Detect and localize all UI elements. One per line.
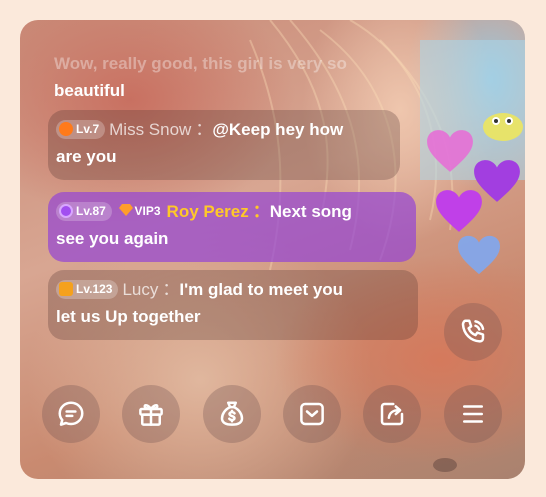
vip-label: VIP3 [134, 204, 161, 218]
chat-message-previous: Wow, really good, this girl is very so b… [54, 50, 347, 104]
heart-icon [434, 188, 484, 239]
name-separator: ： [195, 120, 213, 139]
chat-message-text: see you again [56, 229, 169, 248]
chat-button[interactable] [42, 385, 100, 443]
call-button[interactable] [444, 303, 502, 361]
green-sticker-icon [482, 108, 524, 147]
money-bag-button[interactable] [203, 385, 261, 443]
chat-message-text: let us Up together [56, 307, 201, 326]
money-bag-icon [220, 401, 244, 426]
share-button[interactable] [363, 385, 421, 443]
diamond-icon [118, 204, 133, 216]
vip-badge: VIP3 [117, 202, 163, 221]
chat-message-text: are you [56, 147, 117, 166]
phone-call-icon [461, 319, 485, 343]
chat-message[interactable]: Lv.123 Lucy ：I'm glad to meet you let us U… [48, 270, 418, 340]
level-badge: Lv.87 [56, 202, 112, 221]
level-badge: Lv.123 [56, 280, 119, 299]
live-stream-view: Wow, really good, this girl is very so b… [20, 20, 525, 479]
username[interactable]: Lucy [122, 280, 158, 299]
gift-button[interactable] [122, 385, 180, 443]
name-separator: ： [252, 202, 270, 221]
message-box-icon [300, 402, 324, 426]
name-separator: ： [162, 280, 180, 299]
message-button[interactable] [283, 385, 341, 443]
heart-icon [456, 234, 502, 281]
gift-icon [139, 403, 163, 426]
chat-message[interactable]: Lv.7 Miss Snow ：@Keep hey how are you [48, 110, 400, 180]
menu-icon [463, 405, 483, 423]
chat-message-text: Next song [269, 202, 352, 221]
level-icon [59, 204, 73, 218]
menu-button[interactable] [444, 385, 502, 443]
username[interactable]: Roy Perez [167, 202, 249, 221]
share-icon [380, 402, 404, 426]
fire-icon [59, 122, 73, 136]
heart-icon [425, 128, 475, 179]
chat-message-text: @Keep hey how [212, 120, 344, 139]
chat-message-text: I'm glad to meet you [179, 280, 344, 299]
level-label: Lv.87 [76, 204, 106, 218]
username[interactable]: Miss Snow [109, 120, 191, 139]
level-label: Lv.123 [76, 282, 113, 296]
chat-message-vip[interactable]: Lv.87 VIP3 Roy Perez ：Next song see you ag… [48, 192, 416, 262]
level-badge: Lv.7 [56, 120, 106, 139]
level-label: Lv.7 [76, 122, 100, 136]
chat-message-text: beautiful [54, 81, 125, 100]
chat-message-text: Wow, really good, this girl is very so [54, 54, 347, 73]
shield-icon [59, 282, 73, 296]
chat-bubble-icon [58, 401, 84, 426]
